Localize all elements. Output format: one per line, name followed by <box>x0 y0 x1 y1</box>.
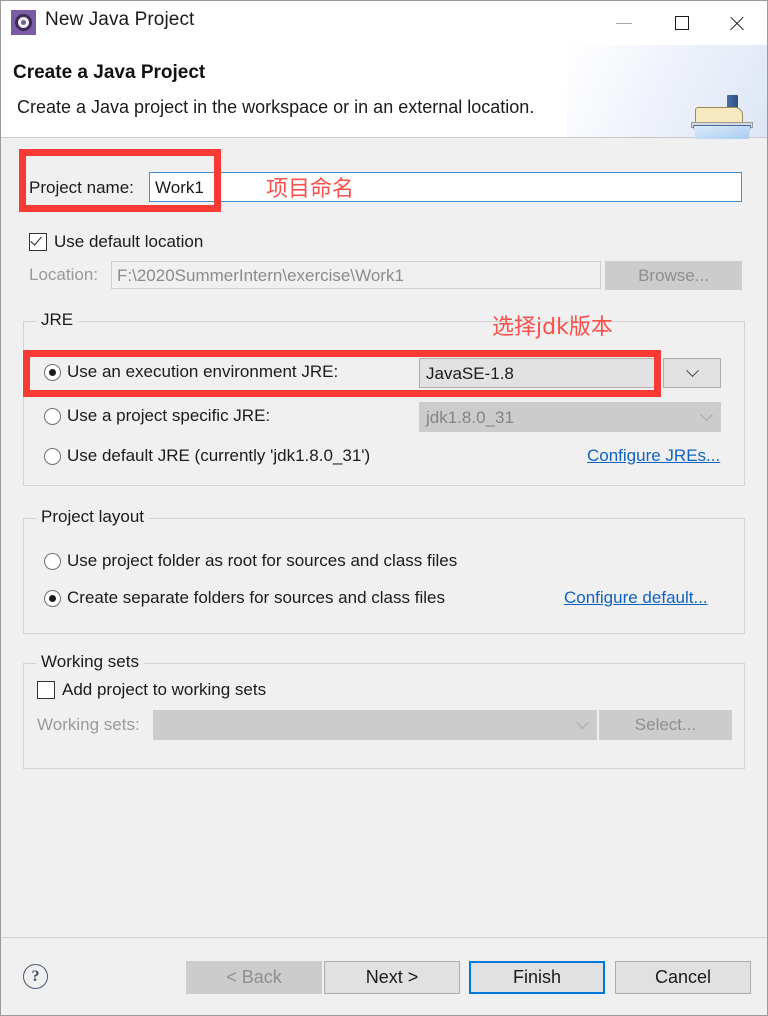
project-layout-group-legend: Project layout <box>36 507 149 527</box>
minimize-icon[interactable] <box>601 1 647 45</box>
project-name-label: Project name: <box>29 178 134 197</box>
window-title: New Java Project <box>45 9 195 30</box>
location-input: F:\2020SummerIntern\exercise\Work1 <box>111 261 601 289</box>
execution-environment-combo[interactable]: JavaSE-1.8 <box>419 358 659 388</box>
chevron-down-icon[interactable] <box>663 358 721 388</box>
close-icon[interactable] <box>713 1 759 45</box>
default-jre-label: Use default JRE (currently 'jdk1.8.0_31'… <box>67 446 371 465</box>
configure-default-link[interactable]: Configure default... <box>564 588 708 608</box>
add-to-working-sets-checkbox[interactable] <box>37 681 55 699</box>
java-project-gear-icon <box>11 10 36 35</box>
project-specific-jre-combo: jdk1.8.0_31 <box>419 402 721 432</box>
configure-jres-link[interactable]: Configure JREs... <box>587 446 720 466</box>
execution-environment-jre-label: Use an execution environment JRE: <box>67 362 339 381</box>
select-button: Select... <box>599 710 732 740</box>
chevron-down-icon-disabled <box>567 710 597 740</box>
add-to-working-sets-label: Add project to working sets <box>62 680 267 699</box>
project-layout-group: Project layout <box>23 507 745 634</box>
page-title: Create a Java Project <box>13 62 206 83</box>
working-sets-label: Working sets: <box>37 715 140 734</box>
help-icon[interactable]: ? <box>23 964 48 989</box>
cancel-button[interactable]: Cancel <box>615 961 751 994</box>
use-default-location-checkbox[interactable] <box>29 233 47 251</box>
radio-default-jre[interactable] <box>44 448 61 465</box>
radio-separate-folders[interactable] <box>44 590 61 607</box>
use-default-location-label: Use default location <box>54 232 204 251</box>
project-name-input[interactable]: Work1 <box>149 172 742 202</box>
annotation-text-jre: 选择jdk版本 <box>492 315 613 340</box>
use-project-folder-label: Use project folder as root for sources a… <box>67 551 458 570</box>
back-button: < Back <box>186 961 322 994</box>
radio-execution-environment-jre[interactable] <box>44 364 61 381</box>
page-description: Create a Java project in the workspace o… <box>17 97 535 117</box>
annotation-text-project-name: 项目命名 <box>266 177 355 202</box>
maximize-icon[interactable] <box>659 1 705 45</box>
working-sets-group-legend: Working sets <box>36 652 144 672</box>
wizard-banner: Create a Java Project Create a Java proj… <box>1 45 767 157</box>
chevron-down-icon-disabled <box>691 402 721 432</box>
next-button[interactable]: Next > <box>324 961 460 994</box>
project-specific-jre-label: Use a project specific JRE: <box>67 406 271 425</box>
new-java-project-dialog: New Java Project Create a Java Project C… <box>0 0 768 1016</box>
radio-use-project-folder[interactable] <box>44 553 61 570</box>
separate-folders-label: Create separate folders for sources and … <box>67 588 445 607</box>
jre-group-legend: JRE <box>36 310 79 330</box>
radio-project-specific-jre[interactable] <box>44 408 61 425</box>
working-sets-combo <box>153 710 597 740</box>
browse-button: Browse... <box>605 261 742 290</box>
location-label: Location: <box>29 265 98 284</box>
title-bar: New Java Project <box>1 1 767 45</box>
finish-button[interactable]: Finish <box>469 961 605 994</box>
